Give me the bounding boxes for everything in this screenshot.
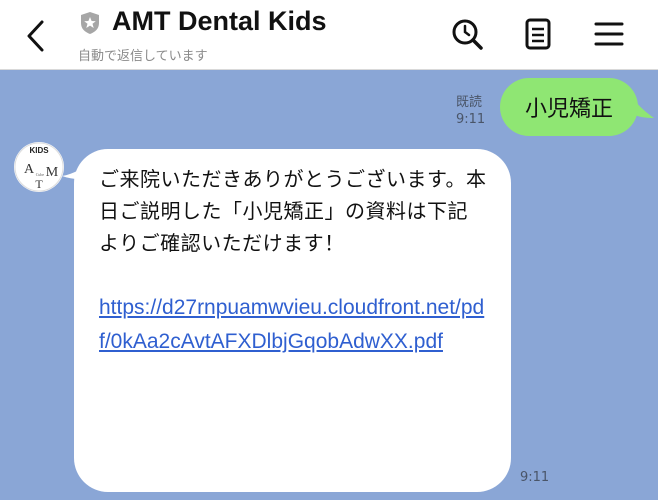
search-icon[interactable]: [447, 14, 487, 54]
sent-message-time: 9:11: [456, 112, 486, 127]
hamburger-menu-icon[interactable]: [589, 14, 629, 54]
chat-title[interactable]: AMT Dental Kids: [112, 6, 327, 37]
svg-text:A: A: [24, 162, 35, 177]
amt-kids-logo: KIDS A M T Cube: [14, 142, 64, 192]
chevron-left-icon[interactable]: [20, 18, 56, 54]
svg-text:M: M: [46, 165, 59, 180]
received-message-text: ご来院いただきありがとうございます。本日ご説明した「小児矯正」の資料は下記よりご…: [99, 167, 487, 255]
notes-icon[interactable]: [518, 14, 558, 54]
shield-star-icon: [81, 12, 99, 34]
chat-header: AMT Dental Kids 自動で返信しています: [0, 0, 658, 70]
pdf-link[interactable]: https://d27rnpuamwvieu.cloudfront.net/pd…: [99, 291, 487, 359]
received-message-bubble[interactable]: ご来院いただきありがとうございます。本日ご説明した「小児矯正」の資料は下記よりご…: [74, 149, 511, 492]
svg-text:KIDS: KIDS: [29, 146, 49, 155]
sent-message-bubble[interactable]: 小児矯正: [500, 78, 638, 136]
read-receipt: 既読: [456, 95, 483, 110]
auto-reply-status: 自動で返信しています: [78, 49, 208, 64]
avatar[interactable]: KIDS A M T Cube: [14, 142, 64, 192]
svg-text:T: T: [35, 177, 43, 191]
svg-text:Cube: Cube: [36, 172, 45, 177]
received-message-time: 9:11: [520, 470, 550, 485]
sent-message-text: 小児矯正: [524, 97, 613, 122]
